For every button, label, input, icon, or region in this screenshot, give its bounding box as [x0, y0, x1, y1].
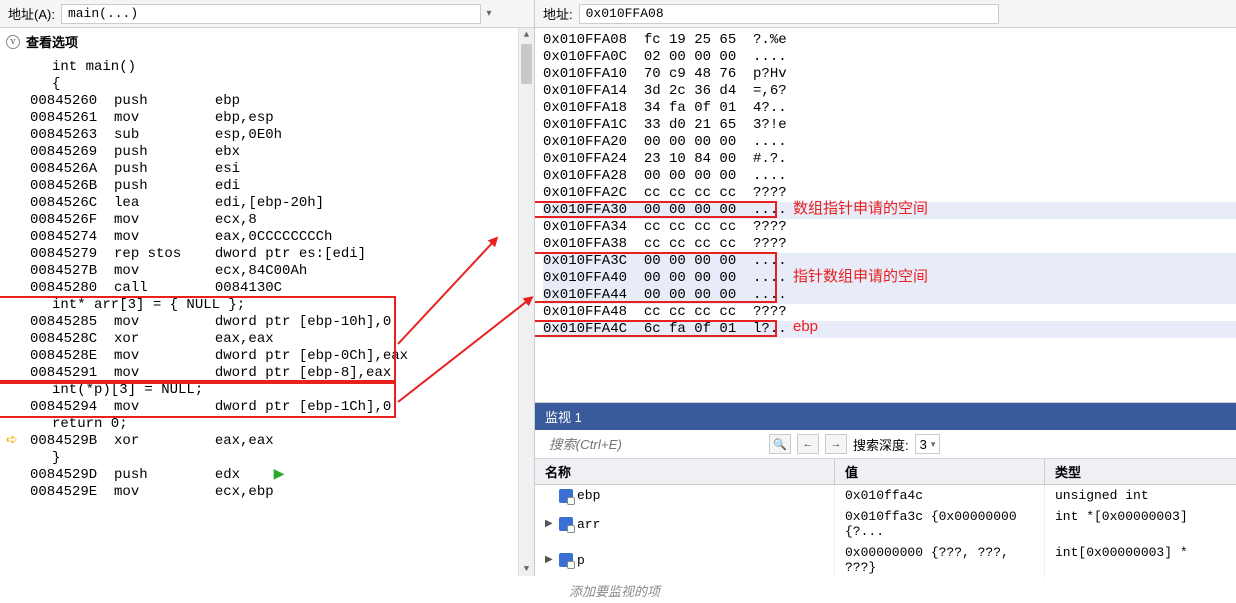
memory-line[interactable]: 0x010FFA48 cc cc cc cc ???? — [543, 304, 1236, 321]
disasm-line[interactable]: { — [30, 76, 534, 93]
annotation-array-ptr: 数组指针申请的空间 — [793, 200, 928, 217]
disasm-line[interactable]: 0084528C xor eax,eax — [30, 331, 534, 348]
disasm-line[interactable]: int main() — [30, 59, 534, 76]
memory-line[interactable]: 0x010FFA24 23 10 84 00 #.?. — [543, 151, 1236, 168]
address-bar-left: 地址(A): ▾ — [0, 0, 534, 28]
watch-search-input[interactable] — [543, 435, 763, 454]
var-type: unsigned int — [1045, 485, 1236, 506]
disasm-line[interactable]: 00845280 call 0084130C — [30, 280, 534, 297]
memory-line[interactable]: 0x010FFA08 fc 19 25 65 ?.%e — [543, 32, 1236, 49]
disasm-line[interactable]: 0084529D push edx ▶ — [30, 467, 534, 484]
tree-toggle-icon[interactable]: ▶ — [545, 554, 555, 566]
disasm-line[interactable]: 0084526B push edi — [30, 178, 534, 195]
memory-line[interactable]: 0x010FFA34 cc cc cc cc ???? — [543, 219, 1236, 236]
memory-line[interactable]: 0x010FFA44 00 00 00 00 .... — [543, 287, 1236, 304]
var-value: 0x00000000 {???, ???, ???} — [835, 542, 1045, 578]
memory-line[interactable]: 0x010FFA4C 6c fa 0f 01 l?.. — [543, 321, 1236, 338]
scroll-up-icon[interactable]: ▲ — [519, 28, 534, 42]
nav-right-icon[interactable]: → — [825, 434, 847, 454]
disasm-line[interactable]: 00845274 mov eax,0CCCCCCCCh — [30, 229, 534, 246]
disasm-line[interactable]: 0084526F mov ecx,8 — [30, 212, 534, 229]
view-options-label: 查看选项 — [26, 32, 78, 51]
disasm-line[interactable]: return 0; — [30, 416, 534, 433]
tree-toggle-icon[interactable]: ▶ — [545, 518, 555, 530]
disasm-line[interactable]: int(*p)[3] = NULL; — [30, 382, 534, 399]
disasm-line[interactable]: 00845263 sub esp,0E0h — [30, 127, 534, 144]
address-bar-right: 地址: — [535, 0, 1236, 28]
col-type[interactable]: 类型 — [1045, 459, 1236, 484]
watch-rows: ebp 0x010ffa4cunsigned int ▶ arr 0x010ffa3c … — [535, 485, 1236, 578]
memory-line[interactable]: 0x010FFA38 cc cc cc cc ???? — [543, 236, 1236, 253]
memory-line[interactable]: 0x010FFA14 3d 2c 36 d4 =,6? — [543, 83, 1236, 100]
memory-pane: 地址: 0x010FFA08 fc 19 25 65 ?.%e0x010FFA0… — [535, 0, 1236, 576]
var-value: 0x010ffa3c {0x00000000 {?... — [835, 506, 1045, 542]
address-label-right: 地址: — [543, 4, 573, 23]
memory-line[interactable]: 0x010FFA28 00 00 00 00 .... — [543, 168, 1236, 185]
memory-line[interactable]: 0x010FFA20 00 00 00 00 .... — [543, 134, 1236, 151]
watch-search-row: 🔍 ← → 搜索深度: 3 ▾ — [535, 430, 1236, 459]
play-icon: ▶ — [274, 467, 285, 483]
watch-table-header: 名称 值 类型 — [535, 459, 1236, 485]
nav-left-icon[interactable]: ← — [797, 434, 819, 454]
memory-line[interactable]: 0x010FFA0C 02 00 00 00 .... — [543, 49, 1236, 66]
disasm-line[interactable]: 00845285 mov dword ptr [ebp-10h],0 — [30, 314, 534, 331]
var-type: int[0x00000003] * — [1045, 542, 1236, 578]
watch-row[interactable]: ▶ p 0x00000000 {???, ???, ???}int[0x000000… — [535, 542, 1236, 578]
disasm-line[interactable]: 00845279 rep stos dword ptr es:[edi] — [30, 246, 534, 263]
disasm-line[interactable]: 00845269 push ebx — [30, 144, 534, 161]
var-name: ebp — [577, 488, 600, 503]
view-options-row[interactable]: v 查看选项 — [0, 28, 534, 55]
disasm-line[interactable]: 0084526C lea edi,[ebp-20h] — [30, 195, 534, 212]
disasm-line[interactable]: int* arr[3] = { NULL }; — [30, 297, 534, 314]
memory-area[interactable]: 0x010FFA08 fc 19 25 65 ?.%e0x010FFA0C 02… — [535, 28, 1236, 402]
scroll-down-icon[interactable]: ▼ — [519, 562, 534, 576]
watch-panel: 监视 1 🔍 ← → 搜索深度: 3 ▾ 名称 值 类型 ebp 0x010ffa… — [535, 402, 1236, 576]
watch-row[interactable]: ebp 0x010ffa4cunsigned int — [535, 485, 1236, 506]
annotation-ptr-array: 指针数组申请的空间 — [793, 268, 928, 285]
disasm-line[interactable]: 0084529B xor eax,eax — [30, 433, 534, 450]
address-input-right[interactable] — [579, 4, 999, 24]
col-name[interactable]: 名称 — [535, 459, 835, 484]
disassembly-pane: 地址(A): ▾ v 查看选项 int main(){00845260 push… — [0, 0, 535, 576]
watch-row[interactable]: ▶ arr 0x010ffa3c {0x00000000 {?...int *[0x… — [535, 506, 1236, 542]
variable-icon — [559, 489, 573, 503]
annotation-ebp: ebp — [793, 318, 818, 335]
disasm-line[interactable]: 0084528E mov dword ptr [ebp-0Ch],eax — [30, 348, 534, 365]
disasm-line[interactable]: 00845261 mov ebp,esp — [30, 110, 534, 127]
address-label-left: 地址(A): — [8, 4, 55, 23]
disasm-line[interactable]: 00845291 mov dword ptr [ebp-8],eax — [30, 365, 534, 382]
disasm-line[interactable]: 00845294 mov dword ptr [ebp-1Ch],0 — [30, 399, 534, 416]
var-name: arr — [577, 517, 600, 532]
disasm-line[interactable]: 0084529E mov ecx,ebp — [30, 484, 534, 501]
memory-line[interactable]: 0x010FFA18 34 fa 0f 01 4?.. — [543, 100, 1236, 117]
watch-add-placeholder[interactable]: 添加要监视的项 — [535, 578, 1236, 603]
variable-icon — [559, 517, 573, 531]
disasm-line[interactable]: 00845260 push ebp — [30, 93, 534, 110]
scroll-thumb-left[interactable] — [521, 44, 532, 84]
search-icon[interactable]: 🔍 — [769, 434, 791, 454]
var-name: p — [577, 553, 585, 568]
var-type: int *[0x00000003] — [1045, 506, 1236, 542]
memory-line[interactable]: 0x010FFA10 70 c9 48 76 p?Hv — [543, 66, 1236, 83]
depth-label: 搜索深度: — [853, 435, 909, 454]
disasm-line[interactable]: } — [30, 450, 534, 467]
variable-icon — [559, 553, 573, 567]
chevron-down-icon[interactable]: v — [6, 35, 20, 49]
var-value: 0x010ffa4c — [835, 485, 1045, 506]
disasm-line[interactable]: 0084526A push esi — [30, 161, 534, 178]
disassembly-area[interactable]: int main(){00845260 push ebp00845261 mov… — [0, 55, 534, 576]
current-line-arrow-icon: ➪ — [6, 432, 18, 449]
col-value[interactable]: 值 — [835, 459, 1045, 484]
depth-select[interactable]: 3 ▾ — [915, 434, 941, 454]
address-dropdown-left[interactable]: ▾ — [481, 8, 497, 20]
address-input-left[interactable] — [61, 4, 481, 24]
watch-title: 监视 1 — [535, 403, 1236, 430]
memory-line[interactable]: 0x010FFA1C 33 d0 21 65 3?!e — [543, 117, 1236, 134]
